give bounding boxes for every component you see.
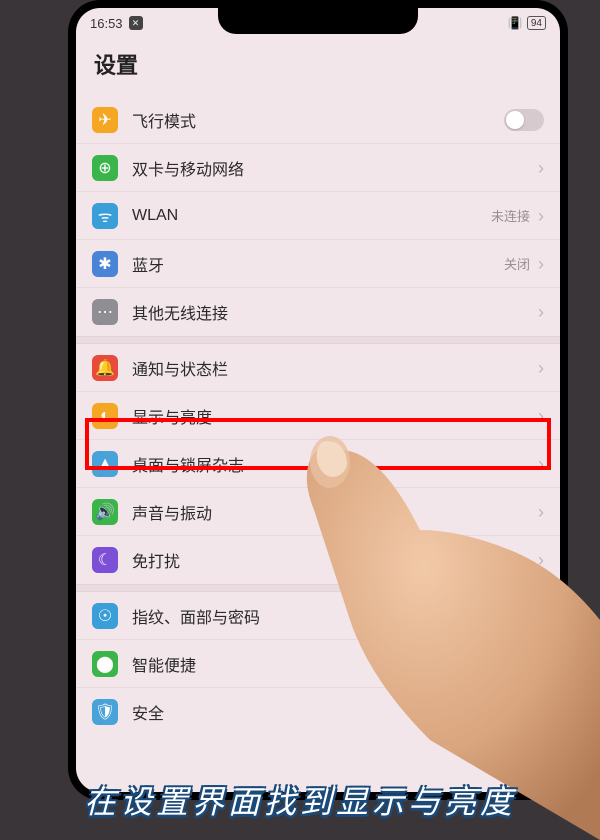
- notch: [218, 8, 418, 34]
- row-value: 未连接: [491, 206, 530, 225]
- chevron-right-icon: ›: [538, 503, 544, 521]
- settings-row-dnd[interactable]: ☾ 免打扰›: [76, 536, 560, 584]
- row-label: 飞行模式: [132, 108, 504, 132]
- chevron-right-icon: ›: [538, 207, 544, 225]
- airplane-toggle[interactable]: [504, 109, 544, 131]
- row-label: 声音与振动: [132, 500, 538, 524]
- settings-list[interactable]: ✈飞行模式⊕双卡与移动网络›ᯤWLAN未连接›✱蓝牙关闭›⋯其他无线连接›🔔通知…: [76, 96, 560, 736]
- settings-row-biometric[interactable]: ☉ 指纹、面部与密码›: [76, 592, 560, 640]
- row-value: 关闭: [504, 254, 530, 273]
- group-divider: [76, 336, 560, 344]
- phone-frame: 16:53 ✕ 📳 94 设置 ✈飞行模式⊕双卡与移动网络›ᯤWLAN未连接›✱…: [68, 0, 568, 800]
- chevron-right-icon: ›: [538, 551, 544, 569]
- group-divider: [76, 584, 560, 592]
- sound-icon: 🔊: [92, 499, 118, 525]
- display-icon: ◐: [92, 403, 118, 429]
- biometric-icon: ☉: [92, 603, 118, 629]
- sim-icon: ⊕: [92, 155, 118, 181]
- row-label: 显示与亮度: [132, 404, 538, 428]
- chevron-right-icon: ›: [538, 655, 544, 673]
- settings-row-notif[interactable]: 🔔 通知与状态栏›: [76, 344, 560, 392]
- chevron-right-icon: ›: [538, 255, 544, 273]
- desktop-icon: ▲: [92, 451, 118, 477]
- row-label: 桌面与锁屏杂志: [132, 452, 538, 476]
- security-icon: 🛡: [92, 699, 118, 725]
- notif-icon: 🔔: [92, 355, 118, 381]
- screen: 16:53 ✕ 📳 94 设置 ✈飞行模式⊕双卡与移动网络›ᯤWLAN未连接›✱…: [76, 8, 560, 792]
- chevron-right-icon: ›: [538, 407, 544, 425]
- settings-row-smart[interactable]: ⬤ 智能便捷›: [76, 640, 560, 688]
- close-badge-icon: ✕: [129, 16, 143, 30]
- battery-icon: 94: [527, 16, 546, 30]
- settings-row-desktop[interactable]: ▲ 桌面与锁屏杂志›: [76, 440, 560, 488]
- chevron-right-icon: ›: [538, 359, 544, 377]
- settings-row-more-conn[interactable]: ⋯ 其他无线连接›: [76, 288, 560, 336]
- chevron-right-icon: ›: [538, 303, 544, 321]
- page-title: 设置: [76, 38, 560, 96]
- row-label: 双卡与移动网络: [132, 156, 538, 180]
- video-caption: 在设置界面找到显示与亮度: [0, 769, 600, 827]
- row-label: WLAN: [132, 207, 491, 225]
- dnd-icon: ☾: [92, 547, 118, 573]
- airplane-icon: ✈: [92, 107, 118, 133]
- row-label: 安全: [132, 700, 538, 724]
- chevron-right-icon: ›: [538, 607, 544, 625]
- row-label: 指纹、面部与密码: [132, 604, 538, 628]
- row-label: 蓝牙: [132, 252, 504, 276]
- row-label: 智能便捷: [132, 652, 538, 676]
- settings-row-security[interactable]: 🛡 安全›: [76, 688, 560, 736]
- settings-row-display[interactable]: ◐ 显示与亮度›: [76, 392, 560, 440]
- battery-level: 94: [531, 18, 542, 29]
- settings-row-airplane[interactable]: ✈ 飞行模式: [76, 96, 560, 144]
- status-time: 16:53: [90, 16, 123, 31]
- more-conn-icon: ⋯: [92, 299, 118, 325]
- row-label: 免打扰: [132, 548, 538, 572]
- wlan-icon: ᯤ: [92, 203, 118, 229]
- settings-row-bluetooth[interactable]: ✱ 蓝牙关闭 ›: [76, 240, 560, 288]
- row-label: 其他无线连接: [132, 300, 538, 324]
- settings-row-sim[interactable]: ⊕ 双卡与移动网络›: [76, 144, 560, 192]
- chevron-right-icon: ›: [538, 703, 544, 721]
- vibrate-icon: 📳: [508, 16, 523, 30]
- settings-row-wlan[interactable]: ᯤ WLAN未连接 ›: [76, 192, 560, 240]
- chevron-right-icon: ›: [538, 455, 544, 473]
- chevron-right-icon: ›: [538, 159, 544, 177]
- row-label: 通知与状态栏: [132, 356, 538, 380]
- smart-icon: ⬤: [92, 651, 118, 677]
- settings-row-sound[interactable]: 🔊 声音与振动›: [76, 488, 560, 536]
- bluetooth-icon: ✱: [92, 251, 118, 277]
